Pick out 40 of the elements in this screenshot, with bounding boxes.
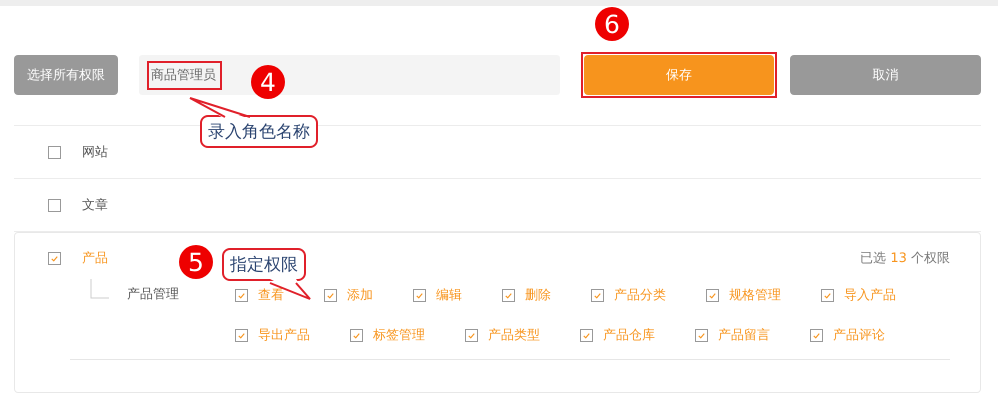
checkbox[interactable] bbox=[48, 198, 61, 212]
checkbox[interactable] bbox=[502, 288, 515, 302]
checkbox[interactable] bbox=[235, 328, 248, 342]
step-number: 5 bbox=[179, 245, 213, 279]
tree-connector bbox=[90, 279, 110, 299]
checkbox[interactable] bbox=[591, 288, 604, 302]
checkbox[interactable] bbox=[413, 288, 426, 302]
select-all-button[interactable]: 选择所有权限 bbox=[14, 55, 118, 95]
group-label: 文章 bbox=[82, 197, 108, 214]
selected-count: 已选 13 个权限 bbox=[860, 250, 950, 267]
permission-label: 删除 bbox=[525, 287, 551, 304]
permission-label: 添加 bbox=[347, 287, 373, 304]
cancel-button[interactable]: 取消 bbox=[790, 55, 981, 95]
checkbox[interactable] bbox=[350, 328, 363, 342]
group-label: 产品 bbox=[82, 250, 108, 267]
group-label: 网站 bbox=[82, 144, 108, 161]
permission-label: 查看 bbox=[258, 287, 284, 304]
module-label: 产品管理 bbox=[127, 286, 180, 304]
permission-label: 产品仓库 bbox=[603, 327, 655, 344]
checkbox[interactable] bbox=[580, 328, 593, 342]
permission-label: 产品评论 bbox=[833, 327, 885, 344]
permission-label: 导出产品 bbox=[258, 327, 310, 344]
checkbox[interactable] bbox=[810, 328, 823, 342]
permission-label: 导入产品 bbox=[844, 287, 896, 304]
checkbox[interactable] bbox=[821, 288, 834, 302]
checkbox[interactable] bbox=[48, 146, 61, 158]
checkbox[interactable] bbox=[695, 328, 708, 342]
checkbox[interactable] bbox=[465, 328, 478, 342]
checkbox[interactable] bbox=[48, 252, 61, 264]
permission-label: 产品分类 bbox=[614, 287, 666, 304]
permission-label: 产品留言 bbox=[718, 327, 770, 344]
checkbox[interactable] bbox=[324, 288, 337, 302]
checkbox[interactable] bbox=[706, 288, 719, 302]
step-number: 6 bbox=[595, 7, 629, 41]
save-button[interactable]: 保存 bbox=[584, 55, 774, 95]
permission-label: 规格管理 bbox=[729, 287, 781, 304]
permission-label: 标签管理 bbox=[373, 327, 425, 344]
checkbox[interactable] bbox=[235, 288, 248, 302]
permission-label: 产品类型 bbox=[488, 327, 540, 344]
permission-label: 编辑 bbox=[436, 287, 462, 304]
